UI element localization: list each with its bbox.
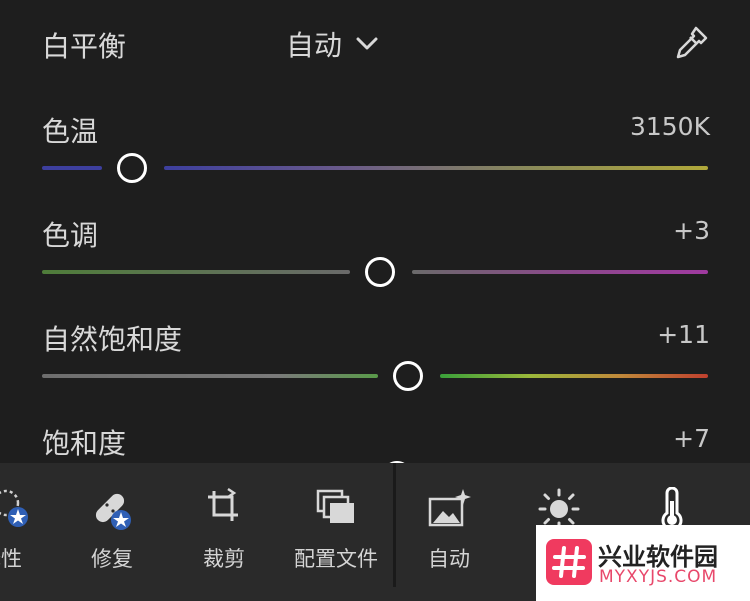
temperature-label: 色温 <box>42 115 99 148</box>
toolbar-label-auto: 自动 <box>428 547 470 571</box>
temperature-track-right[interactable] <box>164 166 708 170</box>
white-balance-label: 白平衡 <box>42 30 127 63</box>
temperature-slider-thumb[interactable] <box>117 153 147 183</box>
watermark-logo <box>546 539 592 585</box>
toolbar-label-healing: 修复 <box>91 547 133 571</box>
edit-panel: 白平衡 自动 色温 3150K 色调 +3 自然饱和度 +11 饱和度 +7 <box>0 0 750 463</box>
tint-value: +3 <box>673 216 710 245</box>
auto-enhance-icon <box>427 487 471 535</box>
toolbar-label-crop: 裁剪 <box>203 547 245 571</box>
white-balance-mode-value: 自动 <box>286 29 343 62</box>
vibrance-track-right[interactable] <box>440 374 708 378</box>
saturation-label: 饱和度 <box>42 427 127 460</box>
white-balance-row: 白平衡 自动 <box>0 0 750 90</box>
tint-slider-row: 色调 +3 <box>0 214 750 318</box>
site-watermark: 兴业软件园 MYXYJS.COM <box>536 525 750 601</box>
saturation-value: +7 <box>673 424 710 453</box>
selective-edit-icon <box>0 487 32 535</box>
toolbar-label-profiles: 配置文件 <box>294 547 378 571</box>
chevron-down-icon <box>356 37 378 51</box>
watermark-url: MYXYJS.COM <box>599 567 718 587</box>
toolbar-item-profiles[interactable]: 配置文件 <box>286 463 386 601</box>
toolbar-item-healing[interactable]: 修复 <box>72 463 152 601</box>
white-balance-mode-dropdown[interactable]: 自动 <box>286 22 378 66</box>
tint-slider-thumb[interactable] <box>365 257 395 287</box>
eyedropper-icon[interactable] <box>670 24 710 64</box>
toolbar-item-auto[interactable]: 自动 <box>410 463 488 601</box>
vibrance-value: +11 <box>657 320 710 349</box>
vibrance-label: 自然饱和度 <box>42 323 183 356</box>
vibrance-slider-row: 自然饱和度 +11 <box>0 318 750 422</box>
vibrance-slider-thumb[interactable] <box>393 361 423 391</box>
vibrance-track-left[interactable] <box>42 374 378 378</box>
crop-icon <box>204 487 244 531</box>
toolbar-label-selective: 择性 <box>0 547 22 571</box>
temperature-track-left[interactable] <box>42 166 102 170</box>
tint-track-right[interactable] <box>412 270 708 274</box>
profiles-icon <box>316 487 356 531</box>
bandage-icon <box>89 487 135 537</box>
temperature-value: 3150K <box>629 112 710 141</box>
tint-label: 色调 <box>42 219 99 252</box>
temperature-slider-row: 色温 3150K <box>0 110 750 214</box>
saturation-slider-row: 饱和度 +7 <box>0 422 750 463</box>
tint-track-left[interactable] <box>42 270 350 274</box>
toolbar-divider <box>393 463 396 587</box>
toolbar-item-selective[interactable]: 择性 <box>0 463 50 601</box>
toolbar-item-crop[interactable]: 裁剪 <box>184 463 264 601</box>
